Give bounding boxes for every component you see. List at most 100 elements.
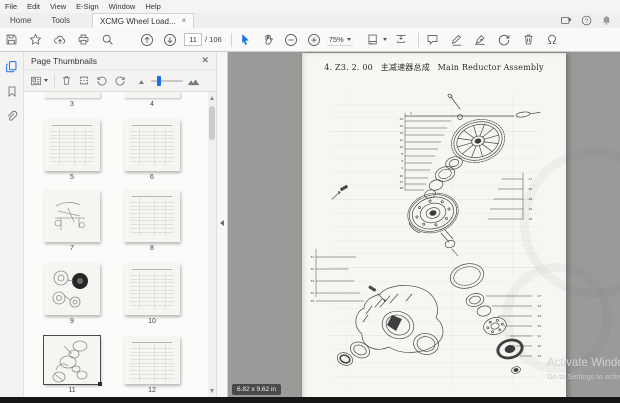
collapse-panel-icon[interactable]	[220, 220, 224, 226]
send-loop-icon[interactable]	[544, 31, 561, 48]
rotate-cw-icon[interactable]	[114, 75, 126, 87]
callout-number: 11	[400, 138, 403, 142]
panel-close-icon[interactable]: ✕	[201, 55, 209, 66]
pdf-page[interactable]: 4. Z3. 2. 00 主减速器总成 Main Reductor Assemb…	[302, 53, 620, 397]
rotate-icon[interactable]	[496, 31, 513, 48]
zoom-in-icon[interactable]	[306, 31, 323, 48]
activate-windows-subtext: Go to Settings to activ	[547, 372, 620, 381]
panel-scrollbar[interactable]	[208, 92, 216, 397]
split-pages-icon[interactable]	[78, 75, 90, 86]
menu-view[interactable]: View	[45, 2, 71, 11]
thumbnail-page-12[interactable]: 12	[124, 336, 180, 394]
page-up-icon[interactable]	[138, 31, 155, 48]
pencil-icon[interactable]	[448, 31, 465, 48]
thumbnail-page-11[interactable]: 11	[43, 335, 102, 394]
thumbnail-label: 10	[148, 318, 156, 325]
thumbnail-page-5[interactable]: 5	[44, 119, 100, 181]
callout-number: 21	[538, 334, 542, 338]
callout-number: 19	[529, 207, 533, 211]
save-icon[interactable]	[3, 31, 20, 48]
thumbnail-preview	[124, 119, 180, 171]
help-icon[interactable]: ?	[581, 15, 592, 26]
callout-number: 23	[538, 314, 542, 318]
menu-help[interactable]: Help	[140, 2, 165, 11]
zoom-small-icon	[138, 79, 144, 84]
tab-tools[interactable]: Tools	[41, 16, 80, 28]
thumbnail-page-8[interactable]: 8	[124, 190, 180, 252]
share-screen-icon[interactable]	[560, 14, 572, 26]
callout-number: 20	[400, 117, 404, 121]
tab-close-icon[interactable]: ×	[182, 17, 187, 25]
menu-window[interactable]: Window	[104, 2, 141, 11]
callout-number: 35	[311, 299, 315, 303]
notifications-bell-icon[interactable]	[601, 15, 612, 26]
page-down-icon[interactable]	[161, 31, 178, 48]
thumbnail-page-3[interactable]: 3	[44, 92, 100, 108]
tab-document[interactable]: XCMG Wheel Load... ×	[92, 13, 195, 28]
scroll-width-icon[interactable]	[393, 31, 410, 48]
svg-text:?: ?	[585, 18, 589, 24]
callout-number: 26	[529, 187, 533, 191]
callout-number: 2	[410, 111, 412, 115]
page-view-icon[interactable]	[365, 31, 382, 48]
chevron-down-icon[interactable]	[382, 38, 387, 41]
zoom-out-icon[interactable]	[283, 31, 300, 48]
callout-number: 10	[400, 145, 404, 149]
bookmarks-rail-icon[interactable]	[6, 85, 18, 98]
thumbnail-page-6[interactable]: 6	[124, 119, 180, 181]
navigation-rail	[0, 52, 24, 397]
print-icon[interactable]	[75, 31, 92, 48]
comment-icon[interactable]	[424, 31, 441, 48]
thumbnail-page-4[interactable]: 4	[124, 92, 180, 108]
thumbnail-preview	[44, 119, 100, 171]
callout-number: 5	[401, 159, 403, 163]
menu-esign[interactable]: E-Sign	[71, 2, 104, 11]
trash-icon[interactable]	[520, 31, 537, 48]
panel-toolbar	[24, 70, 216, 92]
star-icon[interactable]	[27, 31, 44, 48]
rotate-ccw-icon[interactable]	[96, 75, 108, 87]
hand-tool-icon[interactable]	[260, 31, 277, 48]
thumbnail-label: 4	[150, 101, 154, 108]
callout-number: 32	[311, 267, 315, 271]
thumbnail-preview	[44, 263, 100, 315]
page-thumbnails-panel: Page Thumbnails ✕ 3 4 5 6 7 8 9 10 11 12	[24, 52, 216, 397]
scrollbar-thumb[interactable]	[209, 106, 215, 140]
thumbnail-size-slider[interactable]	[138, 75, 200, 86]
scroll-up-icon[interactable]	[209, 96, 214, 100]
thumbnail-label: 9	[70, 318, 74, 325]
menu-file[interactable]: File	[0, 2, 22, 11]
callout-number: 19	[400, 124, 404, 128]
slider-thumb[interactable]	[157, 75, 161, 86]
sign-pen-icon[interactable]	[472, 31, 489, 48]
main-toolbar: 11 / 106 75%	[0, 28, 620, 52]
zoom-level-select[interactable]: 75%	[326, 34, 353, 46]
zoom-large-icon	[187, 78, 200, 85]
acrobat-window: File Edit View E-Sign Window Help Home T…	[0, 0, 620, 403]
page-number-input[interactable]: 11	[184, 33, 202, 46]
page-total-label: / 106	[205, 35, 222, 44]
cloud-upload-icon[interactable]	[51, 31, 68, 48]
callout-number: 33	[311, 279, 315, 283]
select-cursor-icon[interactable]	[237, 31, 254, 48]
search-icon[interactable]	[99, 31, 116, 48]
page-thumbnails-rail-icon[interactable]	[5, 60, 18, 73]
tab-home[interactable]: Home	[0, 16, 41, 28]
callout-number: 14	[400, 131, 404, 135]
menu-edit[interactable]: Edit	[22, 2, 45, 11]
thumbnail-page-9[interactable]: 9	[44, 263, 100, 325]
callout-number: 3	[401, 166, 403, 170]
thumbnail-page-10[interactable]: 10	[124, 263, 180, 325]
trash-icon[interactable]	[61, 75, 72, 86]
scroll-down-icon[interactable]	[209, 389, 214, 393]
thumbnail-options-icon[interactable]	[30, 75, 48, 87]
selection-handle[interactable]	[98, 382, 102, 386]
slider-track[interactable]	[151, 75, 183, 86]
document-area[interactable]: 4. Z3. 2. 00 主减速器总成 Main Reductor Assemb…	[228, 52, 620, 397]
panel-splitter[interactable]	[216, 52, 228, 397]
thumbnail-page-7[interactable]: 7	[44, 190, 100, 252]
chevron-down-icon	[44, 79, 48, 82]
thumbnail-preview	[124, 336, 180, 384]
attachments-rail-icon[interactable]	[5, 110, 18, 123]
tab-document-label: XCMG Wheel Load...	[100, 16, 176, 26]
